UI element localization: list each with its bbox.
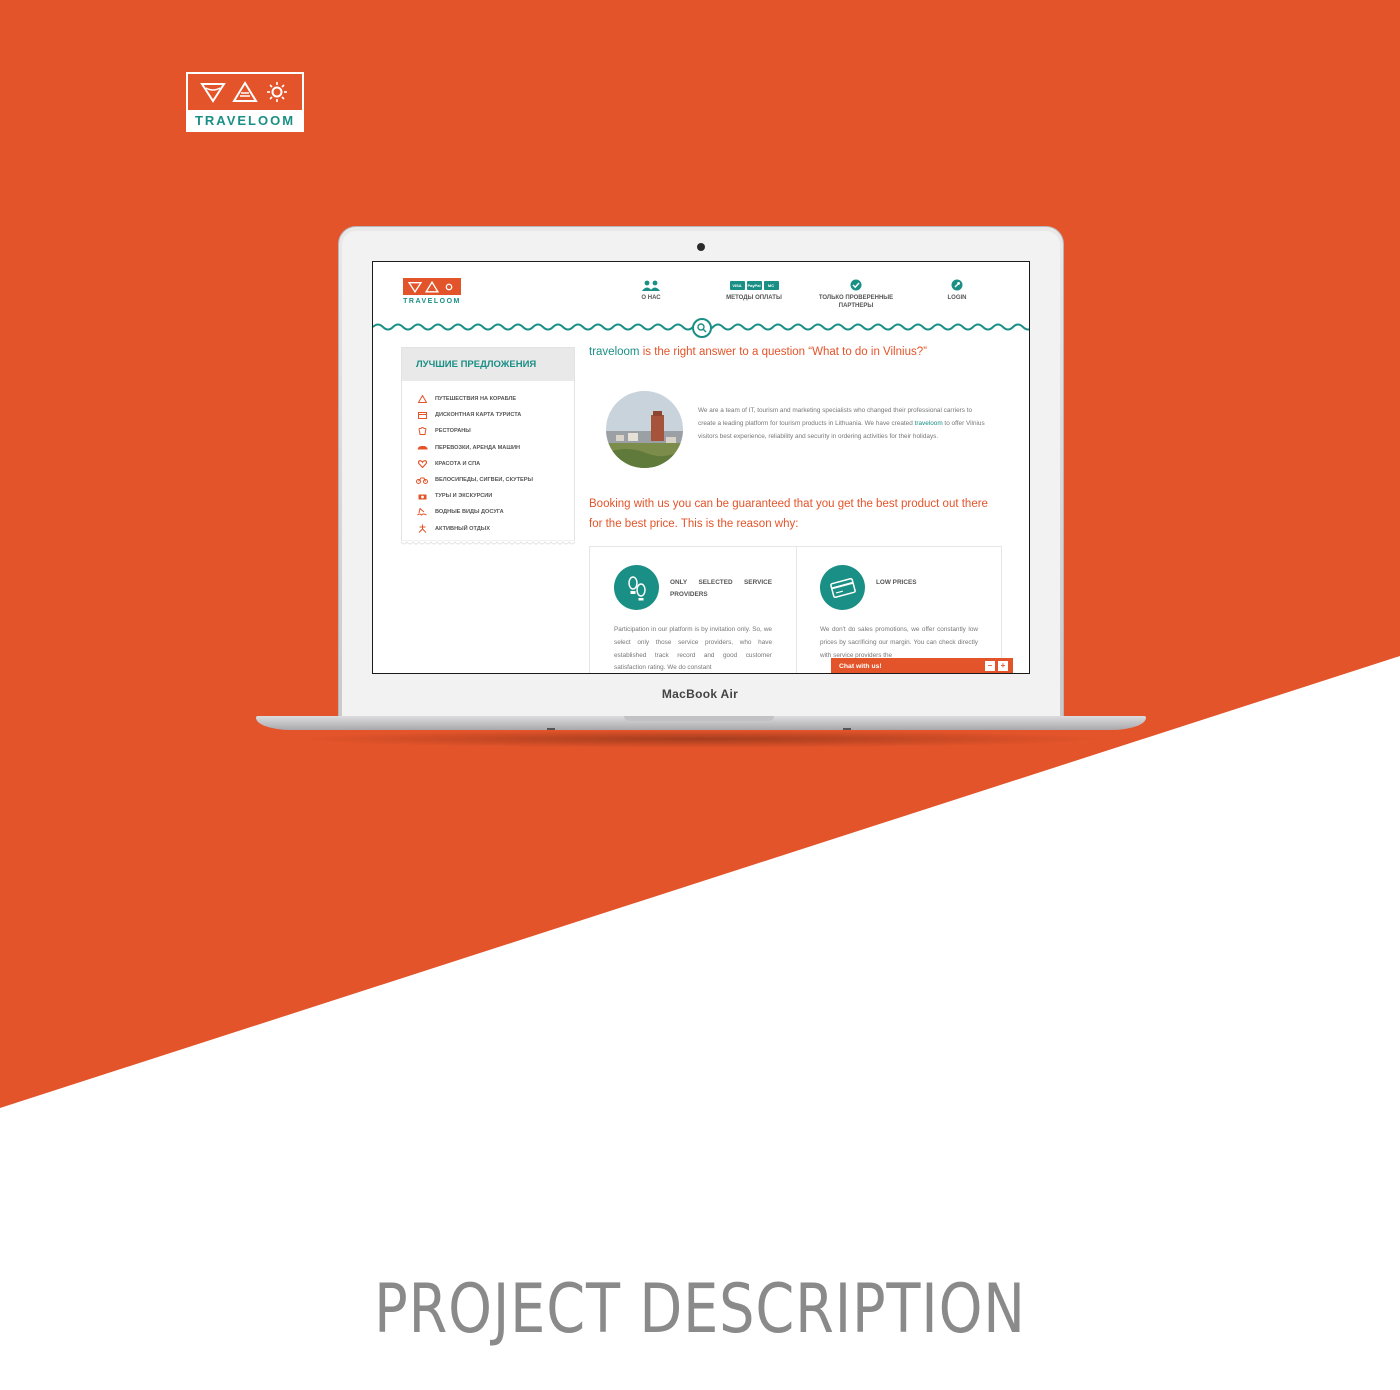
users-icon [642, 280, 660, 291]
nav-login-label: LOGIN [947, 295, 967, 301]
sun-icon [445, 283, 453, 290]
sidebar-item-label: ВОДНЫЕ ВИДЫ ДОСУГА [435, 509, 504, 516]
laptop-label: MacBook Air [661, 687, 739, 701]
nav-about[interactable]: О НАС [631, 278, 671, 302]
visa-badge: VISA [729, 280, 745, 290]
sidebar-wave-edge [401, 540, 575, 545]
features-panel: ONLY SELECTED SERVICE PROVIDERS Particip… [589, 546, 1002, 673]
paypal-badge: PayPal [746, 280, 762, 290]
nav-payment-label: МЕТОДЫ ОПЛАТЫ [726, 295, 782, 301]
mastercard-badge: MC [763, 280, 779, 290]
about-paragraph: We are a team of IT, tourism and marketi… [698, 404, 988, 443]
page-headline: traveloom is the right answer to a quest… [589, 346, 927, 358]
sidebar-title: ЛУЧШИЕ ПРЕДЛОЖЕНИЯ [402, 348, 574, 381]
nav-partners-label-line1: ТОЛЬКО ПРОВЕРЕННЫЕ [818, 295, 894, 301]
traveloom-logo[interactable]: TRAVELOOM [186, 72, 304, 132]
sidebar-item-tours[interactable]: ТУРЫ И ЭКСКУРСИИ [416, 488, 574, 504]
feature-body: Participation in our platform is by invi… [614, 626, 772, 672]
sidebar-item-label: РЕСТОРАНЫ [435, 428, 471, 435]
feature-body: We don't do sales promotions, we offer c… [820, 626, 978, 659]
nav-about-label: О НАС [641, 295, 661, 301]
chef-hat-icon [418, 427, 426, 436]
sidebar-item-restaurants[interactable]: РЕСТОРАНЫ [416, 423, 574, 439]
sidebar-item-label: КРАСОТА И СПА [435, 460, 481, 467]
checkmark-icon [850, 279, 862, 291]
laptop-foot [547, 728, 555, 730]
key-icon [951, 279, 963, 291]
logo-wordmark: TRAVELOOM [194, 112, 296, 128]
credit-card-icon [820, 565, 865, 610]
sidebar-item-label: ДИСКОНТНАЯ КАРТА ТУРИСТА [435, 412, 522, 419]
camera-icon [697, 243, 705, 251]
chat-label: Chat with us! [839, 663, 882, 670]
sidebar-list: ПУТЕШЕСТВИЯ НА КОРАБЛЕ ДИСКОНТНАЯ КАРТА … [402, 381, 574, 537]
boat-mountain-icon [232, 81, 258, 102]
boat-mountain-icon [425, 280, 439, 293]
booking-headline: Booking with us you can be guaranteed th… [589, 498, 988, 530]
laptop-screen: TRAVELOOM О НАС VISA PayPal MC МЕТОДЫ ОП… [372, 261, 1030, 674]
about-brand-link[interactable]: traveloom [915, 420, 943, 427]
headline-text: is the right answer to a question “What … [639, 346, 927, 358]
chat-minimize-button[interactable]: – [985, 661, 995, 671]
search-icon [697, 323, 707, 333]
bicycle-icon [416, 477, 428, 484]
feature-selected-providers: ONLY SELECTED SERVICE PROVIDERS Particip… [590, 547, 796, 673]
feature-low-prices: LOW PRICES We don't do sales promotions,… [796, 547, 1002, 673]
headline-brand[interactable]: traveloom [589, 346, 640, 358]
heart-icon [417, 460, 427, 468]
chat-expand-button[interactable]: + [998, 661, 1008, 671]
camera-icon [418, 494, 426, 500]
laptop-foot [843, 728, 851, 730]
sidebar-item-discount-card[interactable]: ДИСКОНТНАЯ КАРТА ТУРИСТА [416, 407, 574, 423]
card-icon [417, 411, 427, 419]
project-description-heading: PROJECT DESCRIPTION [374, 1270, 1026, 1349]
footprints-icon [614, 565, 659, 610]
search-button[interactable] [692, 318, 712, 338]
sidebar-item-water-leisure[interactable]: ВОДНЫЕ ВИДЫ ДОСУГА [416, 504, 574, 520]
best-offers-sidebar: ЛУЧШИЕ ПРЕДЛОЖЕНИЯ ПУТЕШЕСТВИЯ НА КОРАБЛ… [401, 347, 575, 545]
sidebar-item-active-leisure[interactable]: АКТИВНЫЙ ОТДЫХ [416, 521, 574, 537]
payment-cards-icon: VISA PayPal MC [719, 278, 789, 292]
site-logo[interactable]: TRAVELOOM [403, 278, 461, 305]
sidebar-item-label: ВЕЛОСИПЕДЫ, СИГВЕИ, СКУТЕРЫ [435, 477, 533, 484]
car-icon [417, 445, 427, 450]
nav-verified-partners[interactable]: ТОЛЬКО ПРОВЕРЕННЫЕ ПАРТНЕРЫ [811, 278, 901, 310]
sidebar-item-boat-trips[interactable]: ПУТЕШЕСТВИЯ НА КОРАБЛЕ [416, 391, 574, 407]
sidebar-item-label: ПЕРЕВОЗКИ, АРЕНДА МАШИН [435, 444, 521, 451]
feature-title: LOW PRICES [876, 579, 917, 586]
sidebar-item-bikes-segways[interactable]: ВЕЛОСИПЕДЫ, СИГВЕИ, СКУТЕРЫ [416, 472, 574, 488]
laptop-notch [624, 716, 774, 721]
sidebar-item-label: АКТИВНЫЙ ОТДЫХ [435, 525, 490, 532]
sidebar-item-beauty-spa[interactable]: КРАСОТА И СПА [416, 456, 574, 472]
sidebar-item-transport[interactable]: ПЕРЕВОЗКИ, АРЕНДА МАШИН [416, 440, 574, 456]
laptop-shadow [290, 730, 1110, 748]
sun-icon [267, 82, 287, 102]
nav-login[interactable]: LOGIN [939, 278, 975, 302]
pizza-icon [200, 83, 226, 103]
water-icon [417, 508, 427, 517]
sidebar-item-label: ПУТЕШЕСТВИЯ НА КОРАБЛЕ [435, 396, 517, 403]
vilnius-castle-photo [606, 391, 683, 468]
nav-payment-methods[interactable]: VISA PayPal MC МЕТОДЫ ОПЛАТЫ [719, 278, 789, 302]
activity-icon [418, 524, 426, 533]
site-logo-wordmark: TRAVELOOM [403, 298, 461, 305]
boat-icon [417, 395, 427, 404]
sidebar-item-label: ТУРЫ И ЭКСКУРСИИ [435, 493, 493, 500]
chat-widget[interactable]: Chat with us! – + [831, 658, 1013, 673]
pizza-icon [408, 281, 422, 293]
nav-partners-label-line2: ПАРТНЕРЫ [838, 303, 874, 309]
feature-title: ONLY SELECTED SERVICE PROVIDERS [670, 579, 772, 598]
